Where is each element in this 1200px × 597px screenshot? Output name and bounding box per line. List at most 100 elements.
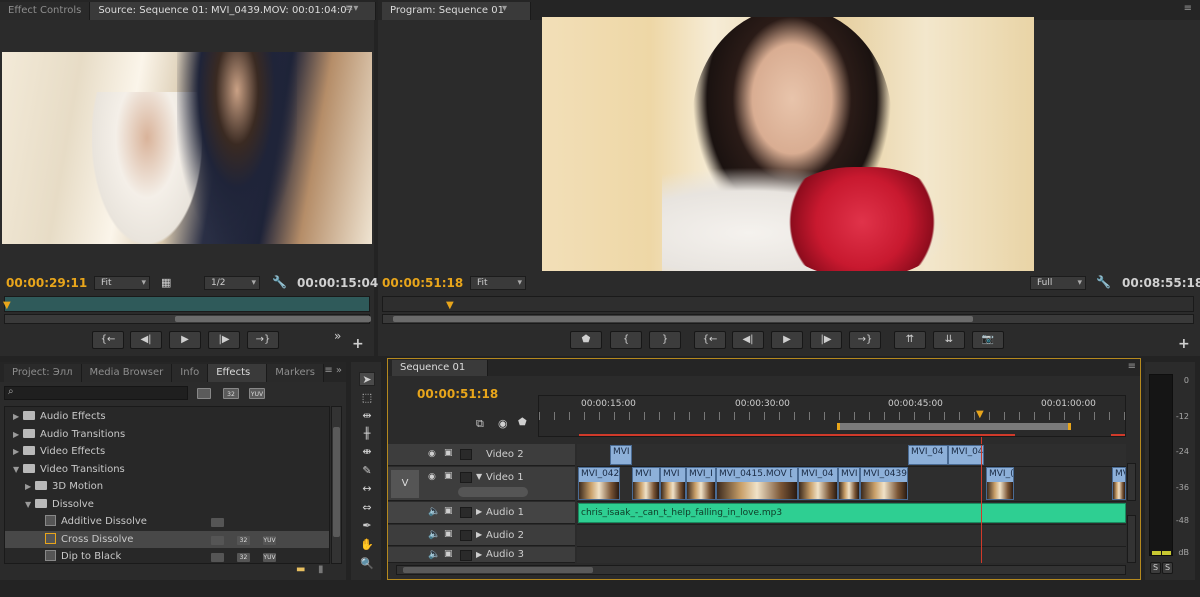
accelerated-effects-badge[interactable] — [197, 388, 211, 399]
program-zoom-scrollbar[interactable] — [382, 314, 1194, 324]
audio-clip[interactable]: chris_isaak_-_can_t_help_falling_in_love… — [578, 503, 1126, 523]
video-clip[interactable]: MVI_0415.MOV [ — [716, 467, 798, 500]
track-lock-box[interactable] — [460, 507, 472, 518]
track-lock-box[interactable] — [460, 449, 472, 460]
play-button[interactable]: ▶ — [771, 331, 803, 349]
add-button-icon[interactable]: + — [352, 336, 364, 352]
go-to-in-button[interactable]: {← — [694, 331, 726, 349]
extract-button[interactable]: ⇊ — [933, 331, 965, 349]
track-lock-box[interactable] — [460, 472, 472, 483]
video-clip[interactable]: MVI — [660, 467, 686, 500]
source-time-ruler[interactable] — [4, 296, 370, 312]
video-clip[interactable]: MV — [1112, 467, 1126, 500]
program-playhead-icon[interactable]: ▼ — [446, 300, 454, 311]
solo-left-button[interactable]: S — [1150, 562, 1161, 574]
selection-tool-icon[interactable]: ➤ — [359, 372, 375, 386]
source-zoom-scrollbar[interactable] — [4, 314, 371, 324]
ripple-edit-tool-icon[interactable]: ⇹ — [359, 409, 375, 423]
timeline-playhead-icon[interactable]: ▼ — [976, 409, 984, 420]
snap-icon[interactable]: ⧉ — [476, 417, 484, 431]
timeline-horizontal-scrollbar[interactable] — [396, 565, 1126, 575]
source-fit-dropdown[interactable]: Fit — [94, 276, 150, 290]
play-button[interactable]: ▶ — [169, 331, 201, 349]
expand-triangle-icon[interactable]: ▼ — [476, 472, 482, 481]
mark-out-button[interactable]: } — [649, 331, 681, 349]
export-frame-button[interactable]: 📷 — [972, 331, 1004, 349]
timeline-vertical-scrollbar[interactable] — [1127, 515, 1136, 563]
tab-markers[interactable]: Markers — [267, 364, 324, 382]
32-bit-badge[interactable]: 32 — [223, 388, 239, 399]
video-clip[interactable]: MVI — [632, 467, 660, 500]
program-fit-dropdown[interactable]: Fit — [470, 276, 526, 290]
track-lock-box[interactable] — [460, 550, 472, 561]
source-playhead-icon[interactable]: ▼ — [3, 300, 11, 311]
wrench-icon[interactable]: 🔧 — [1096, 275, 1111, 289]
track-lock-box[interactable] — [460, 530, 472, 541]
eye-icon[interactable]: ◉ — [428, 472, 436, 482]
tree-item-dip-to-black[interactable]: Dip to Black — [13, 548, 329, 565]
expand-triangle-icon[interactable]: ▶ — [476, 550, 482, 559]
speaker-icon[interactable]: 🔈 — [428, 529, 440, 540]
speaker-icon[interactable]: 🔈 — [428, 506, 440, 517]
lock-icon[interactable]: ▣ — [444, 549, 453, 559]
step-back-button[interactable]: ◀| — [732, 331, 764, 349]
work-area-bar[interactable] — [837, 423, 1071, 430]
tab-media-browser[interactable]: Media Browser — [81, 364, 173, 382]
step-forward-button[interactable]: |▶ — [208, 331, 240, 349]
source-resolution-dropdown[interactable]: 1/2 — [204, 276, 260, 290]
video-clip[interactable]: MVI_04 — [948, 445, 984, 465]
tab-effects[interactable]: Effects — [208, 364, 268, 382]
program-time-ruler[interactable] — [382, 296, 1194, 312]
track-select-tool-icon[interactable]: ⬚ — [359, 391, 375, 405]
marker-icon[interactable]: ◉ — [498, 417, 508, 430]
tree-item-video-effects[interactable]: ▶ Video Effects — [13, 443, 329, 460]
lock-icon[interactable]: ▣ — [444, 448, 453, 458]
wrench-icon[interactable]: 🔧 — [272, 275, 287, 289]
lift-button[interactable]: ⇈ — [894, 331, 926, 349]
panel-menu-icon[interactable]: ≡ » — [324, 365, 342, 376]
timeline-vertical-scrollbar[interactable] — [1127, 463, 1136, 501]
lock-icon[interactable]: ▣ — [444, 506, 453, 516]
rolling-edit-tool-icon[interactable]: ╫ — [359, 427, 375, 441]
effects-tree-scrollbar[interactable] — [331, 406, 342, 564]
timeline-ruler[interactable]: 00:00:15:00 00:00:30:00 00:00:45:00 00:0… — [538, 395, 1126, 437]
expand-triangle-icon[interactable]: ▶ — [476, 530, 482, 539]
video-clip[interactable]: MVI_0439 — [860, 467, 908, 500]
go-to-out-button[interactable]: →} — [849, 331, 881, 349]
slip-tool-icon[interactable]: ↔ — [359, 482, 375, 496]
lock-icon[interactable]: ▣ — [444, 471, 453, 481]
panel-menu-icon[interactable]: ≡ — [1184, 3, 1192, 14]
tab-project[interactable]: Project: Элл — [4, 364, 82, 382]
more-buttons-icon[interactable]: » — [334, 329, 341, 343]
zoom-tool-icon[interactable]: 🔍 — [359, 557, 375, 571]
video-clip[interactable]: MVI_04 — [908, 445, 948, 465]
tree-item-dissolve[interactable]: ▼ Dissolve — [13, 496, 329, 513]
tree-item-3d-motion[interactable]: ▶ 3D Motion — [13, 478, 329, 495]
tree-item-additive-dissolve[interactable]: Additive Dissolve — [13, 513, 329, 530]
hand-tool-icon[interactable]: ✋ — [359, 538, 375, 552]
step-back-button[interactable]: ◀| — [130, 331, 162, 349]
panel-menu-icon[interactable]: ▾ — [502, 3, 507, 14]
tab-source[interactable]: Source: Sequence 01: MVI_0439.MOV: 00:01… — [90, 2, 376, 20]
mark-in-button[interactable]: { — [610, 331, 642, 349]
eye-icon[interactable]: ◉ — [428, 449, 436, 459]
tree-item-cross-dissolve[interactable]: Cross Dissolve — [5, 531, 329, 548]
tab-program[interactable]: Program: Sequence 01 — [382, 2, 531, 20]
panel-menu-icon[interactable]: ≡ — [1128, 361, 1136, 372]
insert-button[interactable]: →} — [247, 331, 279, 349]
trash-icon[interactable]: ▮ — [318, 564, 324, 575]
video-clip[interactable]: MVI_04 — [798, 467, 838, 500]
slide-tool-icon[interactable]: ⇔ — [359, 501, 375, 515]
video-clip[interactable]: MVI — [610, 445, 632, 465]
video-clip[interactable]: MVI_( — [986, 467, 1014, 500]
add-button-icon[interactable]: + — [1178, 336, 1190, 352]
lock-icon[interactable]: ▣ — [444, 529, 453, 539]
program-current-timecode[interactable]: 00:00:51:18 — [382, 276, 463, 290]
effects-search-input[interactable]: ⌕ — [4, 386, 188, 400]
track-target-label[interactable]: V — [391, 470, 419, 498]
yuv-badge[interactable]: YUV — [249, 388, 265, 399]
tree-item-audio-effects[interactable]: ▶ Audio Effects — [13, 408, 329, 425]
step-forward-button[interactable]: |▶ — [810, 331, 842, 349]
expand-triangle-icon[interactable]: ▶ — [476, 507, 482, 516]
solo-right-button[interactable]: S — [1162, 562, 1173, 574]
